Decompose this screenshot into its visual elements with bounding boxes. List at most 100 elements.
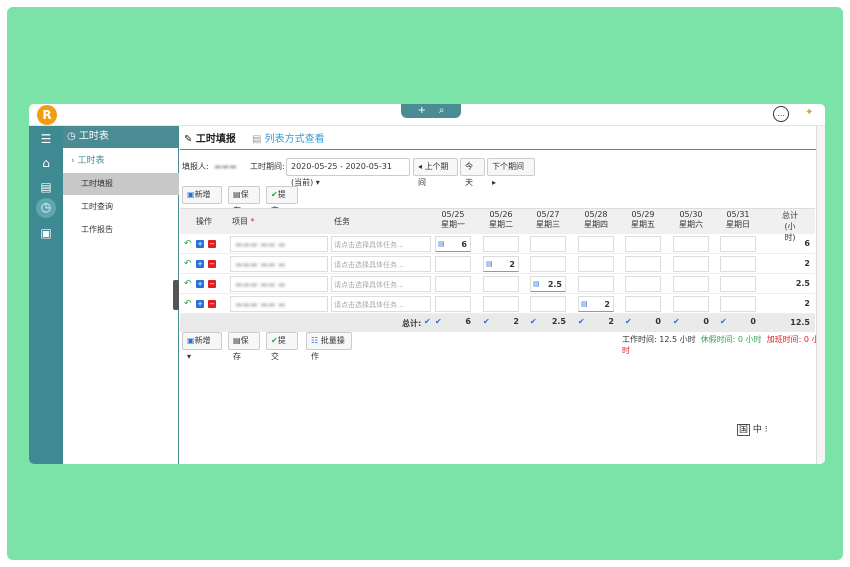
add-row-icon[interactable]: + — [196, 260, 204, 268]
list-icon[interactable]: ☰ — [37, 130, 55, 148]
collapse-handle[interactable] — [173, 280, 179, 310]
hours-cell[interactable]: ▤ 2 — [578, 296, 614, 312]
clipboard-icon[interactable]: ▤ — [37, 178, 55, 196]
hours-cell[interactable] — [720, 256, 756, 272]
top-toolbar: ▣新增 ▾ ▤保存 ✔提交 — [182, 186, 822, 215]
hours-cell[interactable] — [483, 296, 519, 312]
today-button[interactable]: 今天 — [460, 158, 485, 187]
copy-icon[interactable]: ↶ — [184, 279, 192, 289]
hours-cell[interactable] — [578, 256, 614, 272]
batch-button[interactable]: ☷ 批量操作 — [306, 332, 352, 361]
row-total: 2 — [804, 259, 810, 268]
hours-cell[interactable]: ▤ 2.5 — [530, 276, 566, 292]
note-icon[interactable]: ▤ — [438, 240, 445, 248]
add-row-icon[interactable]: + — [196, 280, 204, 288]
row-total: 6 — [804, 239, 810, 248]
book-icon[interactable]: ▣ — [37, 224, 55, 242]
check-icon: ✔ — [424, 317, 431, 326]
new-button[interactable]: ▣新增 ▾ — [182, 186, 222, 215]
search-icon[interactable]: ⌕ — [439, 105, 445, 116]
sub-nav-title: ◷ 工时表 — [63, 126, 179, 148]
quick-actions-tab: + ⌕ — [401, 104, 461, 118]
hours-cell[interactable] — [720, 236, 756, 252]
clock-icon[interactable]: ◷ — [36, 198, 56, 218]
rest-time: 休假时间: 0 小时 — [700, 335, 762, 344]
hours-cell[interactable] — [530, 256, 566, 272]
table-row: ↶ + − ▬▬▬ ▬▬ ▬ 请点击选择具体任务... ▤ 2 2 — [180, 294, 815, 314]
delete-row-icon[interactable]: − — [208, 280, 216, 288]
hours-cell[interactable] — [578, 236, 614, 252]
header-day: 05/29 星期五 — [631, 210, 655, 229]
copy-icon[interactable]: ↶ — [184, 259, 192, 269]
hours-cell[interactable] — [483, 276, 519, 292]
hours-cell[interactable] — [530, 236, 566, 252]
submit-button[interactable]: ✔提交 — [266, 186, 298, 215]
hours-cell[interactable] — [435, 296, 471, 312]
save-button[interactable]: ▤保存 — [228, 186, 260, 215]
copy-icon[interactable]: ↶ — [184, 239, 192, 249]
prev-period-button[interactable]: ◂ 上个期间 — [413, 158, 458, 187]
tab-fill[interactable]: ✎ 工时填报 — [184, 130, 236, 145]
delete-row-icon[interactable]: − — [208, 240, 216, 248]
sub-nav-item-fill[interactable]: 工时填报 — [63, 173, 179, 195]
hours-cell[interactable] — [625, 236, 661, 252]
save-button-bottom[interactable]: ▤保存 — [228, 332, 260, 361]
reporter-value[interactable]: ▬▬▬ — [214, 158, 250, 176]
hours-cell[interactable] — [673, 256, 709, 272]
hours-cell[interactable]: ▤ 6 — [435, 236, 471, 252]
task-field[interactable]: 请点击选择具体任务... — [331, 256, 431, 272]
home-icon[interactable]: ⌂ — [37, 154, 55, 172]
app-logo: R — [37, 105, 57, 125]
scrollbar[interactable] — [816, 126, 825, 464]
project-field[interactable]: ▬▬▬ ▬▬ ▬ — [230, 236, 328, 252]
hours-cell[interactable] — [530, 296, 566, 312]
copy-icon[interactable]: ↶ — [184, 299, 192, 309]
delete-row-icon[interactable]: − — [208, 260, 216, 268]
header-op: 操作 — [196, 217, 212, 226]
add-icon[interactable]: + — [418, 105, 426, 116]
hours-cell[interactable] — [625, 296, 661, 312]
hours-cell[interactable] — [673, 276, 709, 292]
next-period-button[interactable]: 下个期间 ▸ — [487, 158, 535, 187]
period-label: 工时期间: — [250, 162, 285, 171]
note-icon[interactable]: ▤ — [581, 300, 588, 308]
hours-cell[interactable] — [483, 236, 519, 252]
hours-cell[interactable] — [578, 276, 614, 292]
hours-cell[interactable] — [720, 296, 756, 312]
hours-cell[interactable]: ▤ 2 — [483, 256, 519, 272]
project-field[interactable]: ▬▬▬ ▬▬ ▬ — [230, 276, 328, 292]
hours-cell[interactable] — [435, 256, 471, 272]
hours-cell[interactable] — [435, 276, 471, 292]
hours-cell[interactable] — [625, 276, 661, 292]
note-icon[interactable]: ▤ — [486, 260, 493, 268]
tab-list-view[interactable]: ▤ 列表方式查看 — [252, 130, 325, 145]
new-button-bottom[interactable]: ▣新增 ▾ — [182, 332, 222, 361]
project-field[interactable]: ▬▬▬ ▬▬ ▬ — [230, 256, 328, 272]
app-window: R + ⌕ … ✦ ☰ ⌂ ▤ ◷ ▣ ◷ 工时表 › 工时表 工时填报 工时查… — [29, 104, 825, 464]
language-switch[interactable]: 国 中 ⁝ — [737, 422, 768, 436]
hours-cell[interactable] — [673, 236, 709, 252]
project-field[interactable]: ▬▬▬ ▬▬ ▬ — [230, 296, 328, 312]
bulb-icon[interactable]: ✦ — [805, 107, 815, 121]
sub-nav-item-report[interactable]: 工作报告 — [63, 219, 179, 241]
submit-button-bottom[interactable]: ✔提交 — [266, 332, 298, 361]
delete-row-icon[interactable]: − — [208, 300, 216, 308]
row-total: 2 — [804, 299, 810, 308]
check-icon: ✔ — [673, 317, 680, 326]
header-day: 05/30 星期六 — [679, 210, 703, 229]
header-project: 项目 * — [232, 217, 255, 226]
hours-cell[interactable] — [625, 256, 661, 272]
chat-icon[interactable]: … — [773, 106, 789, 122]
add-row-icon[interactable]: + — [196, 240, 204, 248]
hours-cell[interactable] — [673, 296, 709, 312]
task-field[interactable]: 请点击选择具体任务... — [331, 296, 431, 312]
sub-nav-group[interactable]: › 工时表 — [63, 150, 179, 172]
note-icon[interactable]: ▤ — [533, 280, 540, 288]
task-field[interactable]: 请点击选择具体任务... — [331, 236, 431, 252]
task-field[interactable]: 请点击选择具体任务... — [331, 276, 431, 292]
sub-nav-item-query[interactable]: 工时查询 — [63, 196, 179, 218]
add-row-icon[interactable]: + — [196, 300, 204, 308]
period-select[interactable]: 2020-05-25 - 2020-05-31 (当前) ▾ — [286, 158, 410, 187]
reporter-label: 填报人: — [182, 162, 209, 171]
hours-cell[interactable] — [720, 276, 756, 292]
